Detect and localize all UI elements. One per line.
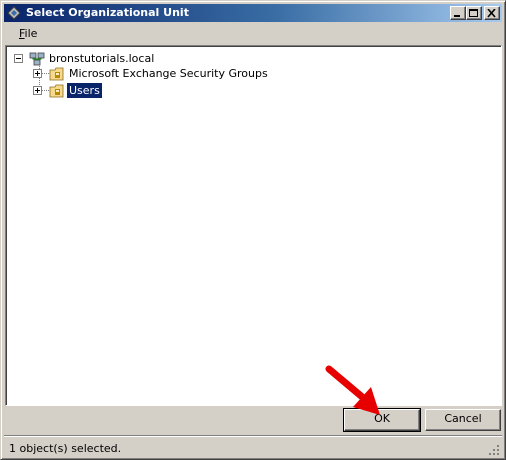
domain-icon <box>29 52 45 66</box>
minimize-button[interactable] <box>450 6 466 20</box>
plus-glyph-v <box>37 71 38 76</box>
title-bar[interactable]: Select Organizational Unit <box>4 4 502 22</box>
tree-node-exchange-security-groups[interactable]: Microsoft Exchange Security Groups <box>67 66 270 81</box>
minus-glyph <box>16 58 21 59</box>
minimize-icon <box>454 15 460 17</box>
resize-grip-icon[interactable] <box>488 444 500 456</box>
menu-bar: File <box>4 24 502 44</box>
close-icon <box>487 9 496 18</box>
maximize-icon <box>469 9 478 17</box>
status-bar: 1 object(s) selected. <box>4 435 502 458</box>
menu-file[interactable]: File <box>19 27 37 40</box>
expand-toggle-exchange-groups[interactable] <box>33 69 42 78</box>
organizational-unit-folder-icon <box>49 84 64 98</box>
tree-node-domain[interactable]: bronstutorials.local <box>47 51 156 66</box>
select-ou-window: Select Organizational Unit File bronstut… <box>0 0 506 460</box>
dialog-app-icon[interactable] <box>6 5 22 21</box>
maximize-button[interactable] <box>466 6 482 20</box>
plus-glyph-v <box>37 88 38 93</box>
close-button[interactable] <box>484 6 500 20</box>
tree-node-users[interactable]: Users <box>66 82 103 99</box>
organizational-unit-folder-icon <box>49 67 64 81</box>
root-collapse-toggle[interactable] <box>14 54 23 63</box>
window-title: Select Organizational Unit <box>26 6 189 19</box>
menu-file-label: ile <box>24 27 38 40</box>
expand-toggle-users[interactable] <box>33 86 42 95</box>
cancel-button[interactable]: Cancel <box>425 409 501 431</box>
ok-button[interactable]: OK <box>343 408 421 432</box>
status-text: 1 object(s) selected. <box>9 442 122 455</box>
ou-tree-view[interactable]: bronstutorials.local Microsoft Exchange … <box>5 45 502 406</box>
